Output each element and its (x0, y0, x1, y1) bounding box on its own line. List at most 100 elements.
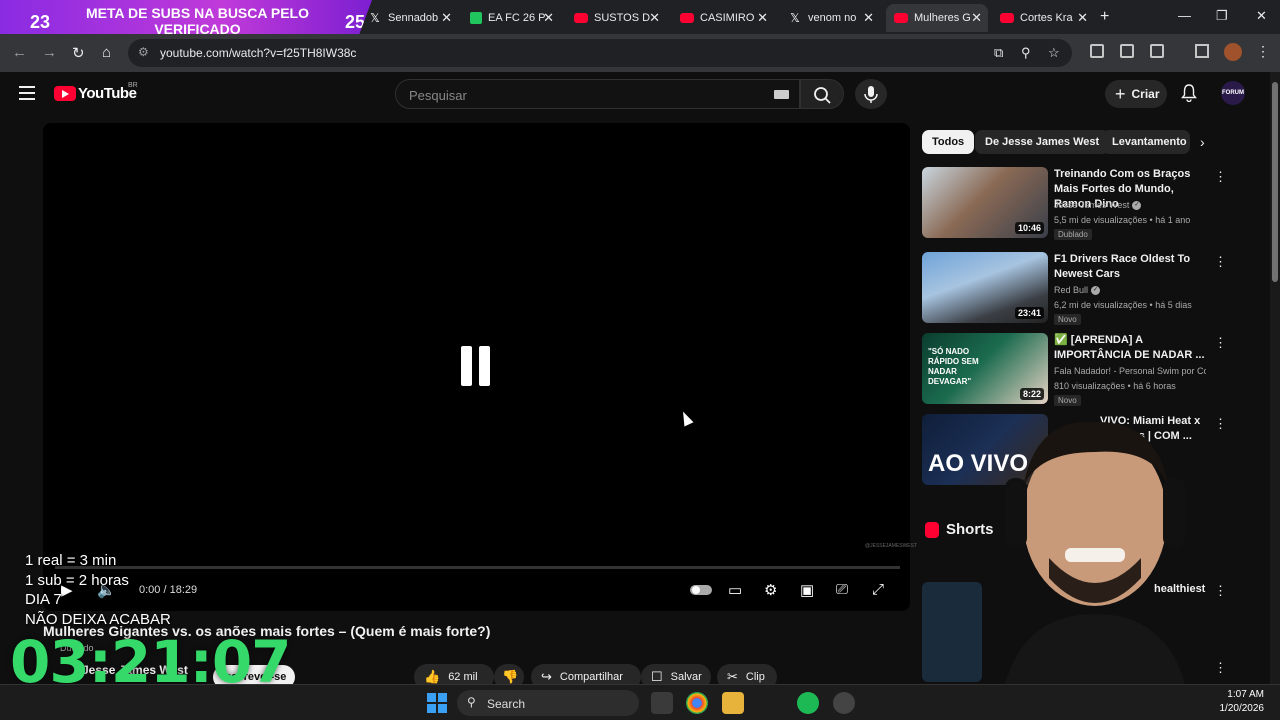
subtitles-icon[interactable]: ▭ (728, 581, 742, 599)
system-clock[interactable]: 1:07 AM 1/20/2026 (1220, 688, 1265, 716)
close-icon[interactable]: ✕ (1077, 10, 1088, 26)
chrome-icon[interactable] (686, 692, 708, 714)
fullscreen-icon[interactable]: ⤢ (872, 581, 884, 598)
tab-cortes[interactable]: Cortes Kra ✕ (992, 4, 1094, 32)
zoom-icon[interactable]: ⚲ (1021, 45, 1031, 61)
extension-icon[interactable] (1120, 44, 1134, 58)
search-button[interactable] (800, 79, 844, 109)
url-text[interactable]: youtube.com/watch?v=f25TH8IW38c (160, 46, 356, 60)
more-options-icon[interactable]: ⋮ (1214, 335, 1227, 351)
install-app-icon[interactable]: ⧉ (994, 45, 1003, 61)
notifications-bell-icon[interactable] (1181, 84, 1197, 102)
tab-sennadob[interactable]: 𝕏 Sennadob ✕ (360, 4, 458, 32)
tab-casimiro[interactable]: CASIMIRO ✕ (672, 4, 774, 32)
new-tab-button[interactable]: + (1100, 8, 1109, 26)
voice-search-button[interactable] (855, 79, 887, 109)
menu-icon[interactable] (19, 86, 35, 104)
save-playlist-icon: ☐ (651, 669, 663, 684)
chip-levantamento[interactable]: Levantamento d (1102, 130, 1190, 154)
create-button[interactable]: + Criar (1105, 80, 1167, 108)
forward-icon[interactable]: → (42, 44, 57, 61)
tab-mulheres-active[interactable]: Mulheres G ✕ (886, 4, 988, 32)
theater-mode-icon[interactable]: ▣ (800, 581, 814, 599)
verified-icon: ✓ (1091, 286, 1101, 296)
new-badge: Novo (1054, 314, 1081, 325)
chevron-right-icon[interactable]: › (1200, 134, 1205, 150)
overlay-message: NÃO DEIXA ACABAR (25, 611, 171, 628)
x-logo-icon: 𝕏 (790, 11, 800, 25)
more-options-icon[interactable]: ⋮ (1214, 254, 1227, 270)
rec-channel[interactable]: Red Bull ✓ (1054, 285, 1101, 296)
settings-gear-icon[interactable]: ⚙ (764, 581, 777, 599)
youtube-icon (1000, 13, 1014, 23)
more-options-icon[interactable]: ⋮ (1214, 660, 1227, 676)
spotify-icon[interactable] (797, 692, 819, 714)
green-app-icon (470, 12, 482, 24)
restore-icon[interactable]: ❐ (1216, 8, 1228, 24)
recommended-video[interactable]: "SÓ NADO RÁPIDO SEM NADAR DEVAGAR" 8:22 … (922, 333, 1262, 406)
reading-list-icon[interactable] (1195, 44, 1209, 58)
account-avatar[interactable]: FORUM (1221, 81, 1245, 105)
country-code: BR (128, 82, 138, 89)
close-icon[interactable]: ✕ (863, 10, 874, 26)
more-options-icon[interactable]: ⋮ (1214, 416, 1227, 432)
tab-sustos[interactable]: SUSTOS D ✕ (566, 4, 666, 32)
video-thumbnail[interactable]: 23:41 (922, 252, 1048, 323)
page-scrollbar[interactable] (1270, 72, 1280, 684)
taskbar-search[interactable]: ⚲ Search (457, 690, 639, 716)
search-icon: ⚲ (467, 695, 476, 709)
close-icon[interactable]: ✕ (543, 10, 554, 26)
short-thumbnail[interactable] (922, 582, 982, 682)
windows-start-icon[interactable] (427, 693, 447, 713)
keyboard-icon[interactable] (774, 90, 789, 99)
obs-icon[interactable] (833, 692, 855, 714)
close-icon[interactable]: ✕ (649, 10, 660, 26)
minimize-icon[interactable]: — (1178, 8, 1191, 23)
close-icon[interactable]: ✕ (441, 10, 452, 26)
windows-taskbar: ⚲ Search 1:07 AM 1/20/2026 (0, 684, 1280, 720)
rec-channel[interactable]: Jesse James West ✓ (1054, 200, 1142, 211)
home-icon[interactable]: ⌂ (102, 44, 111, 61)
cast-icon[interactable]: ⎚ (836, 581, 848, 598)
back-icon[interactable]: ← (12, 44, 27, 61)
profile-avatar[interactable] (1224, 43, 1242, 61)
close-window-icon[interactable]: ✕ (1256, 8, 1267, 24)
rec-title[interactable]: F1 Drivers Race Oldest To Newest Cars (1054, 252, 1206, 282)
verified-icon: ✓ (1132, 201, 1142, 211)
rec-title[interactable]: ✅ [APRENDA] A IMPORTÂNCIA DE NADAR ... (1054, 333, 1206, 363)
extension-icon[interactable] (1090, 44, 1104, 58)
browser-menu-icon[interactable]: ⋮ (1256, 43, 1270, 60)
recommended-video[interactable]: 23:41 F1 Drivers Race Oldest To Newest C… (922, 252, 1262, 325)
overlay-day: DIA 7 (25, 591, 62, 608)
video-thumbnail[interactable]: 10:46 (922, 167, 1048, 238)
youtube-masthead: YouTube BR Pesquisar + Criar FORUM (0, 72, 1270, 116)
address-bar[interactable]: ⚙ youtube.com/watch?v=f25TH8IW38c ⧉ ⚲ ☆ (128, 39, 1072, 67)
tab-venom[interactable]: 𝕏 venom no ✕ (780, 4, 880, 32)
video-player[interactable]: @JESSEJAMESWEST ▶ 🔈 0:00 / 18:29 ▭ ⚙ ▣ ⎚… (43, 123, 917, 611)
plus-icon: + (1115, 83, 1126, 104)
file-explorer-icon[interactable] (722, 692, 744, 714)
autoplay-toggle[interactable] (690, 585, 712, 595)
bookmark-star-icon[interactable]: ☆ (1048, 45, 1060, 61)
video-thumbnail[interactable]: "SÓ NADO RÁPIDO SEM NADAR DEVAGAR" 8:22 (922, 333, 1048, 404)
task-view-icon[interactable] (651, 692, 673, 714)
chip-todos[interactable]: Todos (922, 130, 975, 154)
pause-icon[interactable] (461, 346, 495, 388)
site-info-icon[interactable]: ⚙ (138, 45, 149, 59)
tab-ea-fc[interactable]: EA FC 26 P ✕ (462, 4, 560, 32)
reload-icon[interactable]: ↻ (72, 44, 85, 62)
youtube-logo-icon[interactable] (54, 86, 76, 101)
more-options-icon[interactable]: ⋮ (1214, 583, 1227, 599)
close-icon[interactable]: ✕ (757, 10, 768, 26)
more-options-icon[interactable]: ⋮ (1214, 169, 1227, 185)
time-display: 0:00 / 18:29 (139, 584, 198, 596)
recommended-video[interactable]: 10:46 Treinando Com os Braços Mais Forte… (922, 167, 1262, 240)
rec-channel[interactable]: Fala Nadador! - Personal Swim por Conr..… (1054, 366, 1206, 376)
extensions-puzzle-icon[interactable] (1150, 44, 1164, 58)
progress-bar[interactable] (55, 566, 900, 569)
search-input[interactable]: Pesquisar (395, 79, 800, 109)
chip-channel[interactable]: De Jesse James West (975, 130, 1110, 154)
share-icon: ↪ (541, 669, 552, 684)
close-icon[interactable]: ✕ (971, 10, 982, 26)
overlay-rate-real: 1 real = 3 min (25, 552, 117, 569)
